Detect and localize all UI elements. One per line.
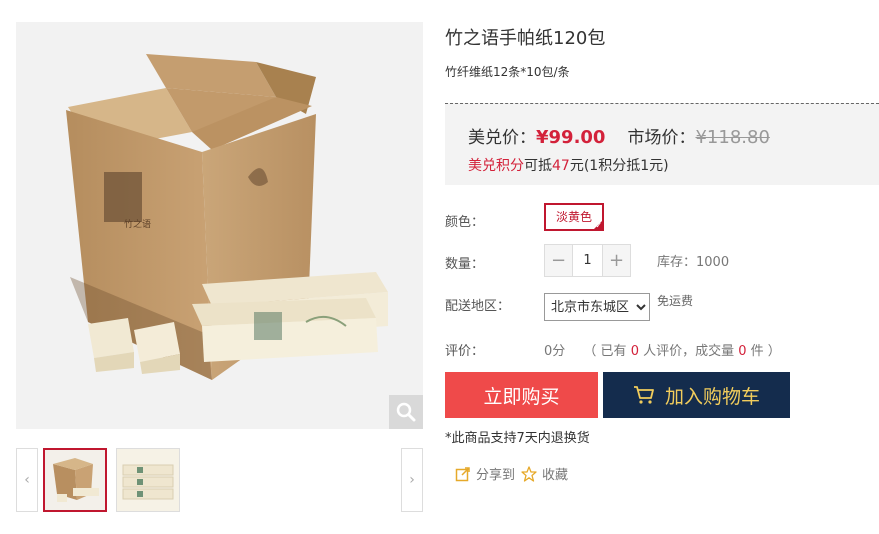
share-icon bbox=[455, 466, 470, 481]
quantity-increase-button[interactable]: + bbox=[603, 245, 630, 276]
points-label: 美兑积分 bbox=[468, 158, 524, 174]
star-icon bbox=[521, 465, 537, 482]
share-label: 分享到 bbox=[476, 468, 516, 483]
thumbnail-image bbox=[117, 449, 179, 511]
chevron-right-icon: › bbox=[409, 472, 415, 488]
cart-icon bbox=[633, 386, 654, 404]
product-box-illustration: 竹之语 bbox=[66, 54, 388, 380]
rating-info: 0分 （ 已有 0 人评价，成交量 0 件 ） bbox=[544, 340, 781, 359]
rating-count: 0 bbox=[630, 344, 639, 359]
product-subtitle: 竹纤维纸12条*10包/条 bbox=[445, 65, 570, 79]
product-main-image[interactable]: 竹之语 bbox=[16, 22, 423, 429]
magnifier-icon bbox=[396, 402, 416, 422]
add-to-cart-button[interactable]: 加入购物车 bbox=[603, 372, 790, 418]
points-amount: 47 bbox=[552, 158, 570, 174]
zoom-button[interactable] bbox=[389, 395, 423, 429]
market-price-value: ¥118.80 bbox=[695, 127, 770, 148]
rating-pre: （ 已有 bbox=[583, 344, 631, 359]
thumbnail-image bbox=[45, 450, 105, 510]
thumbnail-1[interactable] bbox=[43, 448, 107, 512]
quantity-stepper: − + bbox=[544, 244, 631, 277]
sales-count: 0 bbox=[738, 344, 747, 359]
points-row: 美兑积分可抵47元(1积分抵1元) bbox=[468, 155, 669, 175]
points-text-1: 可抵 bbox=[524, 158, 552, 174]
quantity-label: 数量： bbox=[445, 257, 485, 272]
buy-now-button[interactable]: 立即购买 bbox=[445, 372, 598, 418]
rating-mid: 人评价，成交量 bbox=[638, 344, 739, 359]
product-title: 竹之语手帕纸120包 bbox=[445, 28, 606, 49]
buy-now-label: 立即购买 bbox=[483, 385, 560, 408]
svg-text:竹之语: 竹之语 bbox=[124, 218, 151, 230]
freight-text: 免运费 bbox=[657, 294, 694, 308]
stock-text: 库存：1000 bbox=[657, 255, 730, 270]
social-actions: 分享到 收藏 bbox=[455, 464, 568, 483]
thumb-prev-button[interactable]: ‹ bbox=[16, 448, 38, 512]
market-price-label: 市场价： bbox=[627, 128, 696, 148]
return-policy-notice: *此商品支持7天内退换货 bbox=[445, 431, 590, 446]
check-icon: ✓ bbox=[595, 221, 603, 230]
rating-label: 评价： bbox=[445, 344, 485, 359]
color-label: 颜色： bbox=[445, 215, 485, 230]
rating-score: 0分 bbox=[544, 344, 566, 359]
share-link[interactable]: 分享到 bbox=[455, 464, 515, 483]
quantity-decrease-button[interactable]: − bbox=[545, 245, 572, 276]
favorite-link[interactable]: 收藏 bbox=[521, 464, 568, 483]
rating-post: 件 ） bbox=[746, 344, 781, 359]
color-option-label: 淡黄色 bbox=[556, 210, 593, 224]
points-text-2: 元(1积分抵1元) bbox=[569, 158, 669, 174]
favorite-label: 收藏 bbox=[542, 468, 569, 483]
thumb-next-button[interactable]: › bbox=[401, 448, 423, 512]
price-panel: 美兑价：¥99.00 市场价：¥118.80 美兑积分可抵47元(1积分抵1元) bbox=[445, 103, 879, 185]
quantity-input[interactable] bbox=[572, 245, 603, 276]
price-row: 美兑价：¥99.00 市场价：¥118.80 bbox=[468, 123, 770, 148]
price-label: 美兑价： bbox=[468, 128, 536, 148]
add-to-cart-label: 加入购物车 bbox=[664, 385, 760, 408]
region-label: 配送地区： bbox=[445, 299, 511, 314]
chevron-left-icon: ‹ bbox=[24, 472, 30, 488]
color-option-selected[interactable]: 淡黄色 ✓ bbox=[544, 203, 605, 231]
region-select[interactable]: 北京市东城区 bbox=[544, 293, 650, 321]
price-value: ¥99.00 bbox=[536, 127, 606, 148]
thumbnail-2[interactable] bbox=[116, 448, 180, 512]
